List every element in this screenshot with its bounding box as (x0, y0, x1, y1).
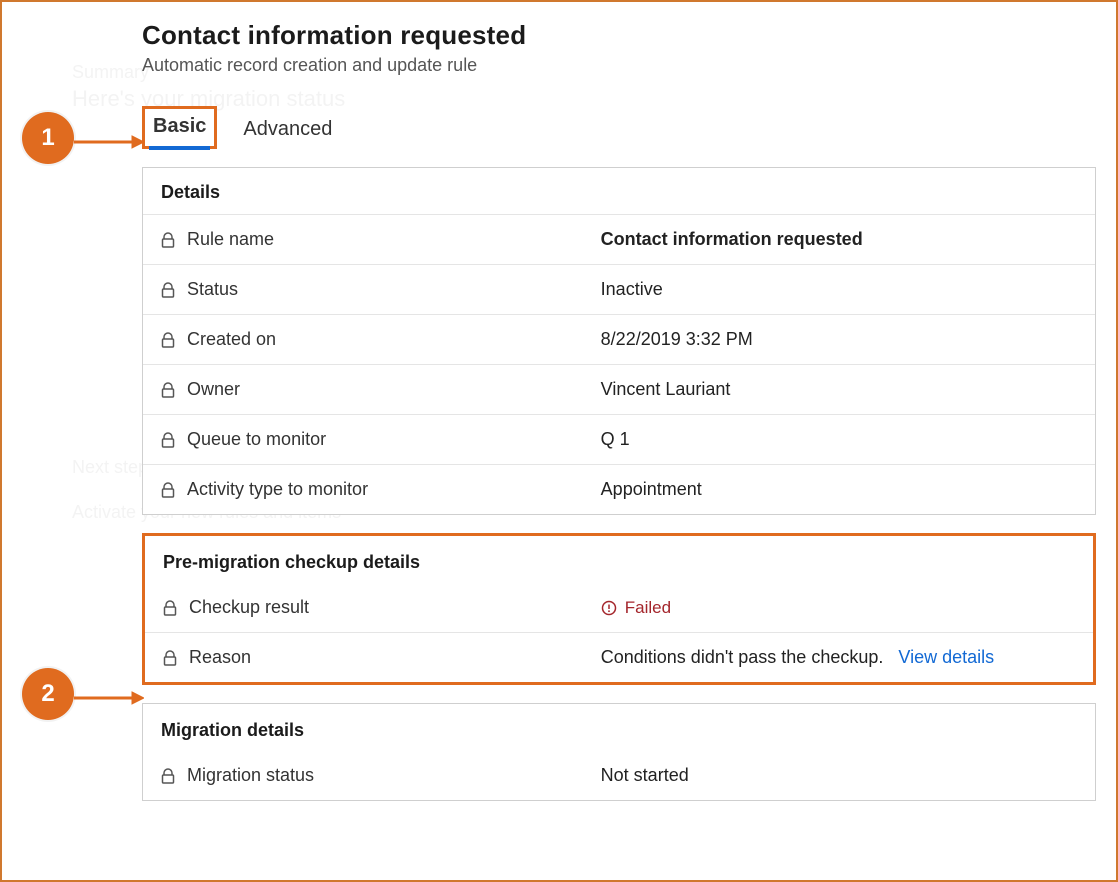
view-details-link[interactable]: View details (898, 647, 994, 667)
details-header: Details (143, 168, 1095, 214)
lock-icon (163, 650, 177, 666)
label-created-on: Created on (187, 329, 276, 350)
label-owner: Owner (187, 379, 240, 400)
lock-icon (161, 282, 175, 298)
label-activity-type: Activity type to monitor (187, 479, 368, 500)
checkup-result-failed: Failed (601, 598, 1075, 618)
callout-badge-2: 2 (22, 668, 74, 720)
row-reason: Reason Conditions didn't pass the checku… (145, 632, 1093, 682)
page-subtitle: Automatic record creation and update rul… (142, 55, 1096, 76)
error-icon (601, 600, 617, 616)
row-owner: Owner Vincent Lauriant (143, 364, 1095, 414)
lock-icon (161, 382, 175, 398)
reason-text: Conditions didn't pass the checkup. (601, 647, 884, 667)
value-owner: Vincent Lauriant (601, 379, 1077, 400)
lock-icon (163, 600, 177, 616)
label-checkup-result: Checkup result (189, 597, 309, 618)
label-reason: Reason (189, 647, 251, 668)
premigration-header: Pre-migration checkup details (145, 536, 1093, 583)
row-status: Status Inactive (143, 264, 1095, 314)
tab-advanced[interactable]: Advanced (235, 112, 340, 149)
value-created-on: 8/22/2019 3:32 PM (601, 329, 1077, 350)
lock-icon (161, 768, 175, 784)
row-queue: Queue to monitor Q 1 (143, 414, 1095, 464)
callout-badge-1: 1 (22, 112, 74, 164)
lock-icon (161, 232, 175, 248)
tab-basic[interactable]: Basic (145, 109, 214, 146)
row-rule-name: Rule name Contact information requested (143, 214, 1095, 264)
lock-icon (161, 332, 175, 348)
value-status: Inactive (601, 279, 1077, 300)
premigration-card: Pre-migration checkup details Checkup re… (142, 533, 1096, 685)
migration-card: Migration details Migration status Not s… (142, 703, 1096, 801)
tab-bar: Basic Advanced (142, 106, 1096, 149)
migration-header: Migration details (143, 704, 1095, 751)
value-migration-status: Not started (601, 765, 1077, 786)
details-card: Details Rule name Contact information re… (142, 167, 1096, 515)
row-checkup-result: Checkup result Failed (145, 583, 1093, 632)
row-migration-status: Migration status Not started (143, 751, 1095, 800)
value-queue: Q 1 (601, 429, 1077, 450)
label-migration-status: Migration status (187, 765, 314, 786)
arrow-icon (74, 132, 144, 152)
value-activity-type: Appointment (601, 479, 1077, 500)
label-status: Status (187, 279, 238, 300)
row-created-on: Created on 8/22/2019 3:32 PM (143, 314, 1095, 364)
label-rule-name: Rule name (187, 229, 274, 250)
page-title: Contact information requested (142, 20, 1096, 51)
ghost-text: Summary (72, 62, 149, 83)
lock-icon (161, 432, 175, 448)
value-rule-name: Contact information requested (601, 229, 1077, 250)
value-reason: Conditions didn't pass the checkup. View… (601, 647, 1075, 668)
arrow-icon (74, 688, 144, 708)
label-queue: Queue to monitor (187, 429, 326, 450)
value-checkup-result: Failed (625, 598, 671, 618)
lock-icon (161, 482, 175, 498)
row-activity-type: Activity type to monitor Appointment (143, 464, 1095, 514)
